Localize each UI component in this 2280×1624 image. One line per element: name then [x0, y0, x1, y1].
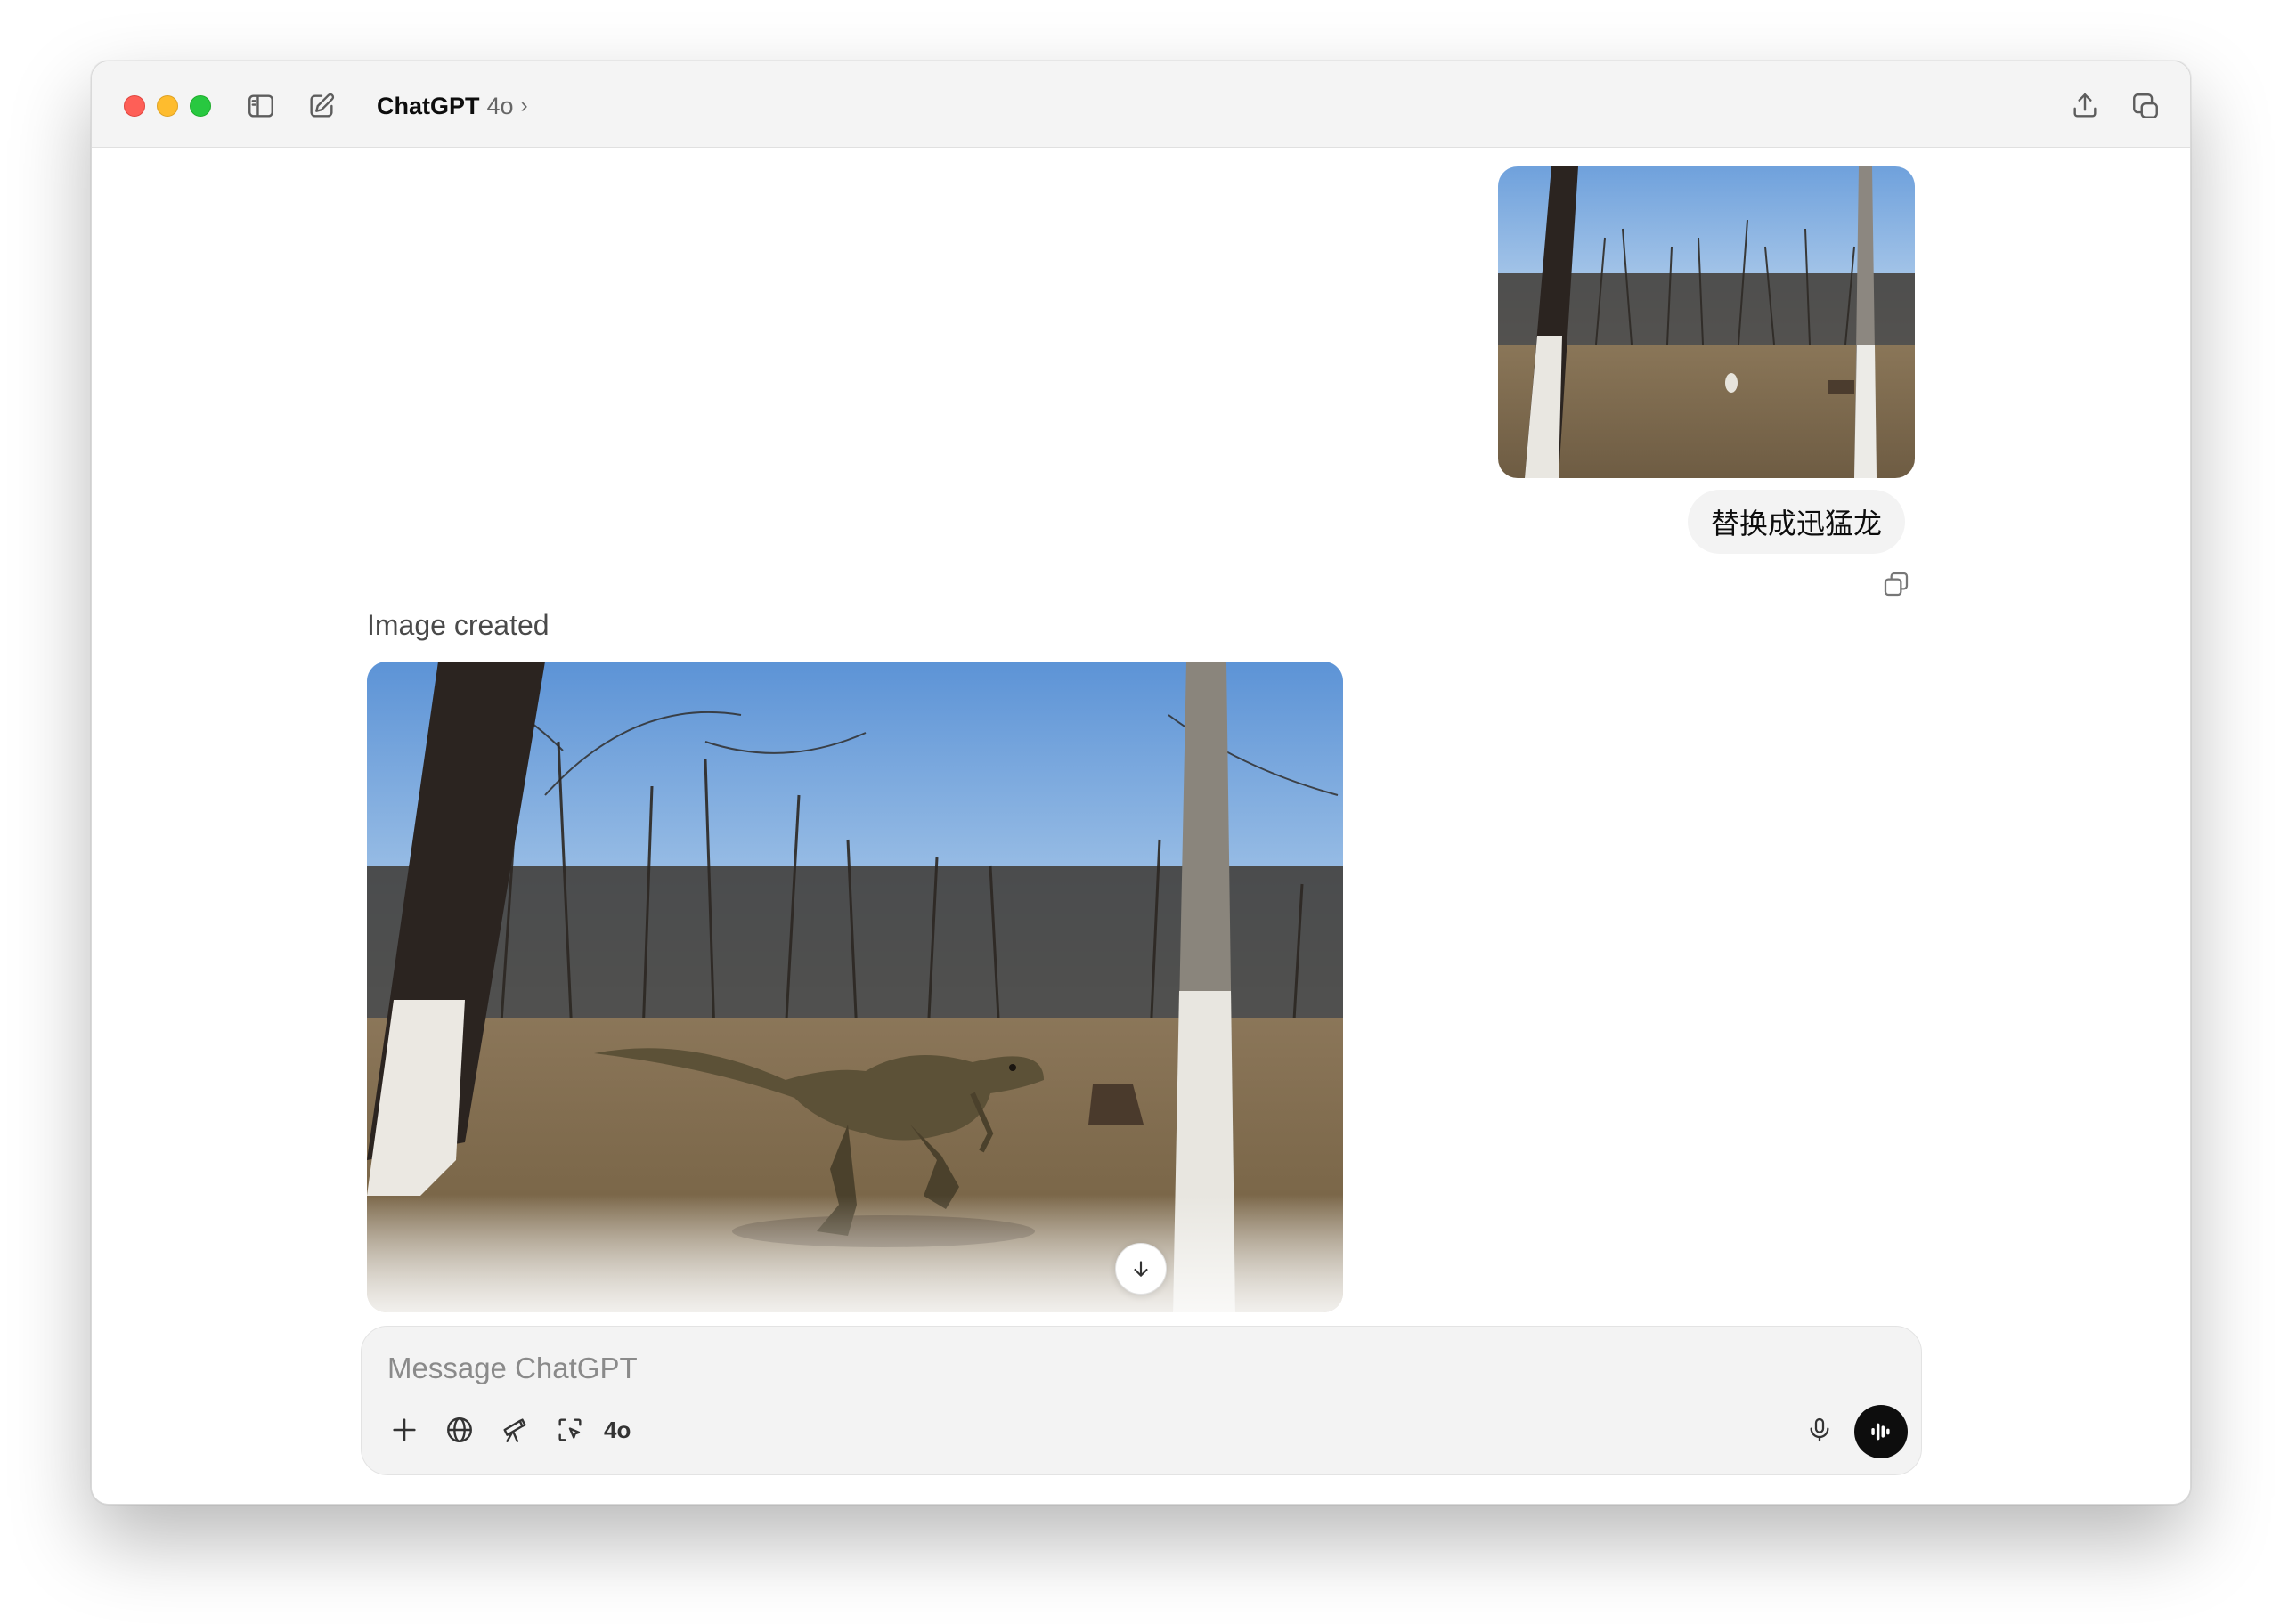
- attach-button[interactable]: [381, 1407, 428, 1453]
- new-window-button[interactable]: [2126, 86, 2165, 126]
- screen-select-button[interactable]: [547, 1407, 593, 1453]
- zoom-window-button[interactable]: [190, 95, 211, 117]
- plus-icon: [393, 1418, 416, 1441]
- forest-photo: [1498, 166, 1915, 478]
- generated-image[interactable]: [367, 662, 1343, 1312]
- new-chat-button[interactable]: [302, 86, 341, 126]
- copy-message-button[interactable]: [1878, 566, 1914, 602]
- conversation-area[interactable]: 替换成迅猛龙 Image created Message ChatGPT 4o: [92, 148, 2190, 1504]
- message-input[interactable]: [386, 1343, 1859, 1394]
- research-button[interactable]: [492, 1407, 538, 1453]
- voice-waveform-icon: [1871, 1423, 1890, 1441]
- screen-select-icon: [558, 1418, 582, 1441]
- share-button[interactable]: [2065, 86, 2105, 126]
- copy-icon: [1884, 572, 1909, 597]
- sidebar-toggle-button[interactable]: [241, 86, 281, 126]
- message-composer: 4o: [361, 1326, 1922, 1475]
- model-selector[interactable]: ChatGPT 4o ›: [377, 88, 528, 124]
- close-window-button[interactable]: [124, 95, 145, 117]
- user-uploaded-image[interactable]: [1498, 166, 1915, 478]
- app-window: ChatGPT 4o › 替换成迅猛龙 Image created Messag…: [91, 61, 2191, 1505]
- raptor-forest-photo: [367, 662, 1343, 1312]
- scroll-to-bottom-button[interactable]: [1115, 1243, 1167, 1295]
- microphone-icon: [1810, 1417, 1829, 1442]
- globe-icon: [447, 1417, 472, 1442]
- minimize-window-button[interactable]: [157, 95, 178, 117]
- voice-mode-button[interactable]: [1854, 1405, 1908, 1458]
- model-version: 4o: [486, 92, 514, 119]
- arrow-down-icon: [1134, 1261, 1148, 1277]
- title-bar: ChatGPT 4o ›: [92, 61, 2190, 148]
- share-icon: [2073, 93, 2097, 118]
- user-message-bubble: 替换成迅猛龙: [1688, 490, 1906, 554]
- assistant-status-text: Image created: [367, 609, 550, 641]
- dictate-button[interactable]: [1796, 1407, 1843, 1453]
- telescope-icon: [503, 1418, 526, 1442]
- compose-icon: [310, 93, 335, 118]
- sidebar-toggle-icon: [248, 94, 273, 118]
- model-name: ChatGPT: [377, 92, 480, 119]
- web-search-button[interactable]: [436, 1407, 483, 1453]
- composer-model-label[interactable]: 4o: [604, 1412, 631, 1448]
- chevron-right-icon: ›: [520, 93, 528, 118]
- new-window-icon: [2133, 93, 2158, 118]
